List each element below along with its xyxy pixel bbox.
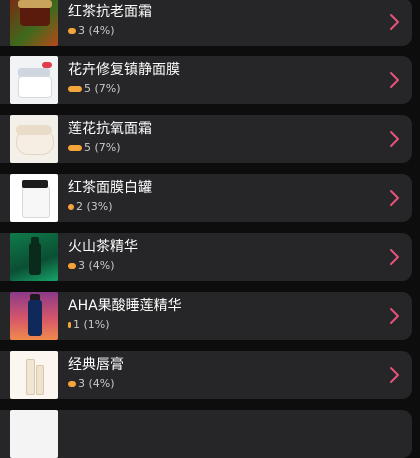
list-item[interactable] xyxy=(0,410,412,458)
product-thumbnail xyxy=(10,351,58,399)
chevron-right-icon xyxy=(390,367,399,383)
percentage-bar xyxy=(68,322,71,328)
percentage-bar xyxy=(68,145,82,151)
product-thumbnail xyxy=(10,0,58,46)
product-thumbnail xyxy=(10,410,58,458)
percentage-bar xyxy=(68,86,82,92)
product-name: 火山茶精华 xyxy=(68,239,138,255)
product-thumbnail xyxy=(10,174,58,222)
stat-text: 5 (7%) xyxy=(84,141,121,154)
product-name: 经典唇膏 xyxy=(68,357,124,373)
stat-text: 1 (1%) xyxy=(73,318,110,331)
chevron-right-icon xyxy=(390,308,399,324)
product-name: 花卉修复镇静面膜 xyxy=(68,62,180,78)
product-thumbnail xyxy=(10,292,58,340)
list-item[interactable]: 经典唇膏 3 (4%) xyxy=(0,351,412,399)
chevron-right-icon xyxy=(390,131,399,147)
product-name: 莲花抗氧面霜 xyxy=(68,121,152,137)
stat-text: 5 (7%) xyxy=(84,82,121,95)
percentage-bar xyxy=(68,204,74,210)
chevron-right-icon xyxy=(390,190,399,206)
stat-text: 2 (3%) xyxy=(76,200,113,213)
product-name: AHA果酸睡莲精华 xyxy=(68,298,182,314)
product-name: 红茶面膜白罐 xyxy=(68,180,152,196)
product-thumbnail xyxy=(10,115,58,163)
list-item[interactable]: AHA果酸睡莲精华 1 (1%) xyxy=(0,292,412,340)
list-item[interactable]: 火山茶精华 3 (4%) xyxy=(0,233,412,281)
percentage-bar xyxy=(68,263,76,269)
chevron-right-icon xyxy=(390,249,399,265)
product-thumbnail xyxy=(10,233,58,281)
stat-text: 3 (4%) xyxy=(78,259,115,272)
percentage-bar xyxy=(68,28,76,34)
list-item[interactable]: 红茶面膜白罐 2 (3%) xyxy=(0,174,412,222)
stat-text: 3 (4%) xyxy=(78,377,115,390)
list-item[interactable]: 莲花抗氧面霜 5 (7%) xyxy=(0,115,412,163)
product-name: 红茶抗老面霜 xyxy=(68,4,152,20)
list-item[interactable]: 花卉修复镇静面膜 5 (7%) xyxy=(0,56,412,104)
list-item[interactable]: 红茶抗老面霜 3 (4%) xyxy=(0,0,412,46)
chevron-right-icon xyxy=(390,72,399,88)
product-list: 红茶抗老面霜 3 (4%) 花卉修复镇静面膜 5 (7%) 莲花抗氧面霜 5 (… xyxy=(0,0,420,458)
product-thumbnail xyxy=(10,56,58,104)
percentage-bar xyxy=(68,381,76,387)
chevron-right-icon xyxy=(390,14,399,30)
stat-text: 3 (4%) xyxy=(78,24,115,37)
